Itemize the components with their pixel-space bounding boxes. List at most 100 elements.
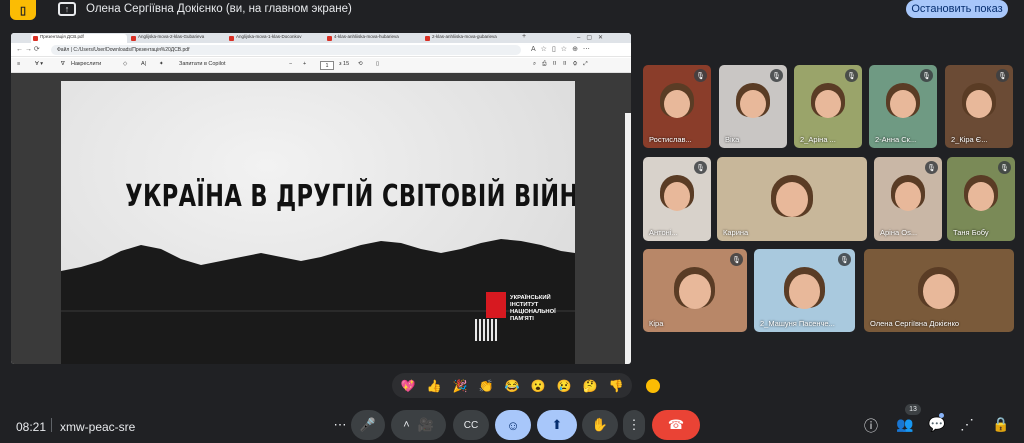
people-icon[interactable]: 👥 <box>896 416 913 433</box>
participant-tile[interactable]: Олена Сергіївна Докієнко <box>864 249 1014 332</box>
participant-tile[interactable]: 🎙 Таня Бобу <box>947 157 1015 241</box>
participant-tile[interactable]: 🎙 2_Машуня Пасенче... <box>754 249 855 332</box>
reaction-emoji[interactable]: 😮 <box>530 378 546 394</box>
participant-face <box>815 89 841 119</box>
browser-tab[interactable]: Anglijska-mova-1-klas-Doconkov <box>227 34 323 43</box>
copilot-icon[interactable]: ✦ <box>159 61 164 67</box>
participant-face <box>664 89 690 119</box>
mic-off-icon: 🎙 <box>920 69 933 82</box>
more-options-icon[interactable]: ⋯ <box>330 410 350 440</box>
mic-off-icon: 🎙 <box>998 161 1011 174</box>
reaction-emoji[interactable]: 😂 <box>504 378 520 394</box>
pdf-viewer: УКРАЇНА В ДРУГІЙ СВІТОВІЙ ВІЙНІ УКРАЇНСЬ… <box>11 73 631 364</box>
camera-button[interactable]: ˄ 🎥 <box>391 410 446 440</box>
participant-name: Аріна Os... <box>880 228 918 237</box>
participant-tile[interactable]: 🎙 2_Аріна ... <box>794 65 862 148</box>
pdf-icon <box>229 36 234 41</box>
address-bar[interactable]: Файл | C:/Users/User/Downloads/Презентац… <box>51 45 521 55</box>
page-view-icon[interactable]: ▯ <box>376 61 379 67</box>
copilot-button[interactable]: Запитати в Copilot <box>179 61 226 67</box>
shared-browser-window: Презентація ДСВ.pdf Anglijska-mova-2-kla… <box>11 33 631 364</box>
reaction-emoji[interactable]: 👍 <box>426 378 442 394</box>
zoom-out-button[interactable]: − <box>289 61 292 67</box>
more-options-button[interactable]: ⋮ <box>623 410 645 440</box>
participant-tile[interactable]: 🎙 Аріна Os... <box>874 157 942 241</box>
participant-tile[interactable]: 🎙 2-Анна Ск... <box>869 65 937 148</box>
chat-notification-dot <box>939 413 944 418</box>
browser-tab[interactable]: Anglijska-mova-2-klas-Gubarieva <box>129 34 225 43</box>
pdf-toolbar: ≡ ∀ ▾ ∇ Накреслити ◇ A| ✦ Запитати в Cop… <box>11 58 631 73</box>
participant-tile[interactable]: Карина <box>717 157 867 241</box>
eraser-icon[interactable]: ◇ <box>123 61 127 67</box>
screen-share-icon: ↑ <box>58 2 76 16</box>
new-tab-icon[interactable]: + <box>522 33 526 40</box>
browser-tab[interactable]: 2-klas-anhliiska-mova-gubarieva <box>423 34 519 43</box>
mic-off-icon: 🎙 <box>730 253 743 266</box>
draw-icon[interactable]: ∇ <box>61 61 65 67</box>
participant-face <box>968 182 994 211</box>
highlight-icon[interactable]: ∀ ▾ <box>35 61 43 67</box>
chat-icon[interactable]: 💬 <box>928 416 945 433</box>
vertical-scrollbar[interactable] <box>625 113 631 364</box>
tab-strip: Презентація ДСВ.pdf Anglijska-mova-2-kla… <box>11 33 631 43</box>
participant-tile[interactable]: 🎙 Антоні... <box>643 157 711 241</box>
reactions-bar: 💖 👍 🎉 👏 😂 😮 😢 🤔 👎 <box>392 373 632 398</box>
emoji-button[interactable]: ☺ <box>495 410 531 440</box>
reaction-emoji[interactable]: 👏 <box>478 378 494 394</box>
participant-name: Віка <box>725 135 740 144</box>
host-controls-icon[interactable]: 🔒 <box>992 416 1009 433</box>
participant-name: Олена Сергіївна Докієнко <box>870 319 960 328</box>
reaction-emoji[interactable]: 👎 <box>608 378 624 394</box>
page-number-input[interactable]: 1 <box>320 61 334 70</box>
participant-face <box>664 182 690 211</box>
zoom-in-button[interactable]: + <box>303 61 306 67</box>
institute-logo-icon <box>486 292 506 318</box>
nav-arrows-icon[interactable]: ← → ⟳ <box>16 45 40 53</box>
text-icon[interactable]: A| <box>141 61 146 67</box>
pdf-actions-icon[interactable]: ⌕⎙▯▯⚙⤢ <box>533 61 594 68</box>
raise-hand-button[interactable]: ✋ <box>582 410 618 440</box>
skin-tone-icon[interactable] <box>646 379 660 393</box>
participant-name: Таня Бобу <box>953 228 989 237</box>
reaction-emoji[interactable]: 💖 <box>400 378 416 394</box>
info-icon[interactable]: ⓘ <box>864 416 878 436</box>
stop-presenting-button[interactable]: Остановить показ <box>906 0 1008 18</box>
participant-tile[interactable]: 🎙 Ростислав... <box>643 65 711 148</box>
rotate-icon[interactable]: ⟲ <box>358 61 363 67</box>
activities-icon[interactable]: ⋰ <box>960 416 974 433</box>
browser-tab[interactable]: Презентація ДСВ.pdf <box>31 34 127 43</box>
participant-face <box>776 182 808 218</box>
participant-tile[interactable]: 🎙 Віка <box>719 65 787 148</box>
qr-code-icon <box>475 319 497 341</box>
pdf-icon <box>131 36 136 41</box>
meeting-code: xmw-peac-sre <box>60 420 136 434</box>
participant-face <box>788 273 821 309</box>
participant-tile[interactable]: 🎙 Кіра <box>643 249 747 332</box>
mic-off-icon: 🎙 <box>838 253 851 266</box>
toc-icon[interactable]: ≡ <box>17 61 20 67</box>
presenter-label: Олена Сергіївна Докієнко (ви, на главном… <box>86 3 352 15</box>
reaction-emoji[interactable]: 😢 <box>556 378 572 394</box>
institute-name: УКРАЇНСЬКИЙ ІНСТИТУТ НАЦІОНАЛЬНОЇ ПАМ'ЯТ… <box>510 295 556 322</box>
divider <box>51 418 52 432</box>
slide-page: УКРАЇНА В ДРУГІЙ СВІТОВІЙ ВІЙНІ УКРАЇНСЬ… <box>61 81 575 364</box>
chevron-up-icon[interactable]: ˄ <box>403 419 409 431</box>
pdf-icon <box>327 36 332 41</box>
captions-button[interactable]: CC <box>453 410 489 440</box>
hang-up-button[interactable]: ☎ <box>652 410 700 440</box>
mic-button[interactable]: 🎤 <box>351 410 385 440</box>
window-controls-icon[interactable]: –▢✕ <box>577 34 609 41</box>
meeting-time: 08:21 <box>16 420 47 434</box>
reaction-emoji[interactable]: 🤔 <box>582 378 598 394</box>
mic-off-icon: 🎙 <box>694 161 707 174</box>
mic-off-icon: 🎙 <box>694 69 707 82</box>
browser-tab[interactable]: 4-klas-anhliiska-mova-hubarieva <box>325 34 421 43</box>
browser-actions-icon[interactable]: A☆▯☆⊕⋯ <box>531 45 595 53</box>
participant-tile[interactable]: 🎙 2_Кіра Є... <box>945 65 1013 148</box>
present-button[interactable]: ⬆ <box>537 410 577 440</box>
participant-count-badge: 13 <box>905 404 921 415</box>
reaction-emoji[interactable]: 🎉 <box>452 378 468 394</box>
participant-name: 2_Машуня Пасенче... <box>760 319 835 328</box>
participant-face <box>740 89 766 119</box>
draw-button[interactable]: Накреслити <box>71 61 101 67</box>
